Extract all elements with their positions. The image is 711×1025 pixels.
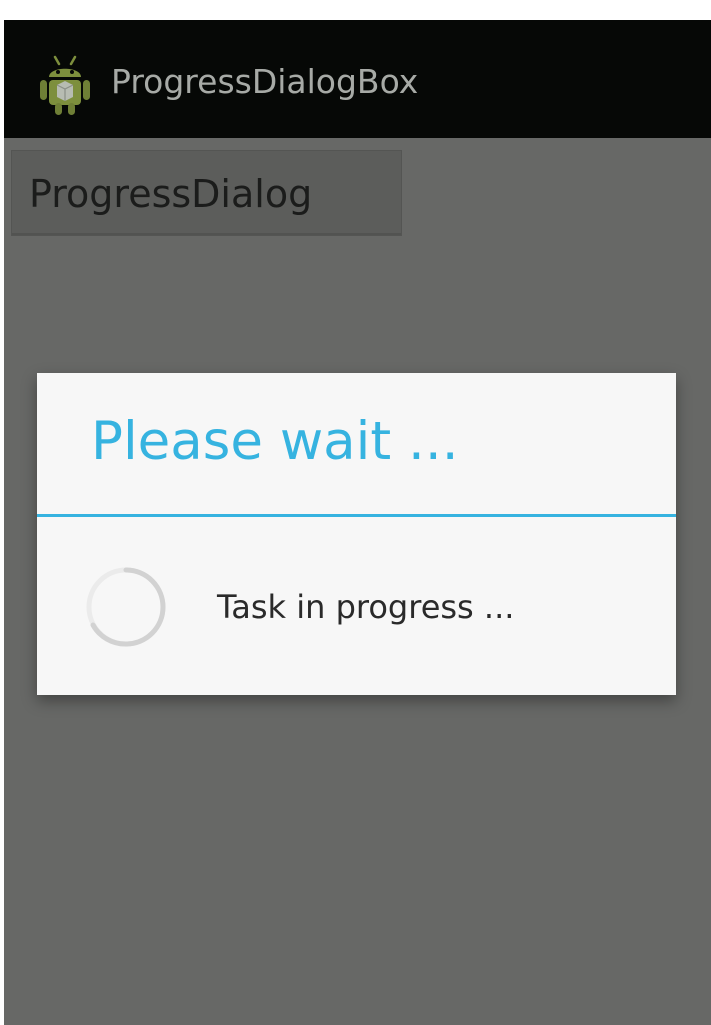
dialog-message: Task in progress ...: [217, 588, 515, 626]
progress-spinner-icon: [84, 565, 168, 649]
action-bar: ProgressDialogBox: [4, 20, 711, 138]
progress-dialog: Please wait ... Task in progress ...: [37, 373, 676, 695]
main-content: ProgressDialog Please wait ... Task in p…: [4, 138, 711, 1025]
progress-dialog-button[interactable]: ProgressDialog: [11, 150, 402, 236]
android-robot-icon: [37, 53, 93, 117]
dialog-title: Please wait ...: [91, 411, 459, 472]
dialog-title-divider: [37, 514, 676, 517]
app-screen: ProgressDialogBox ProgressDialog Please …: [4, 20, 711, 1025]
app-title: ProgressDialogBox: [111, 62, 419, 101]
